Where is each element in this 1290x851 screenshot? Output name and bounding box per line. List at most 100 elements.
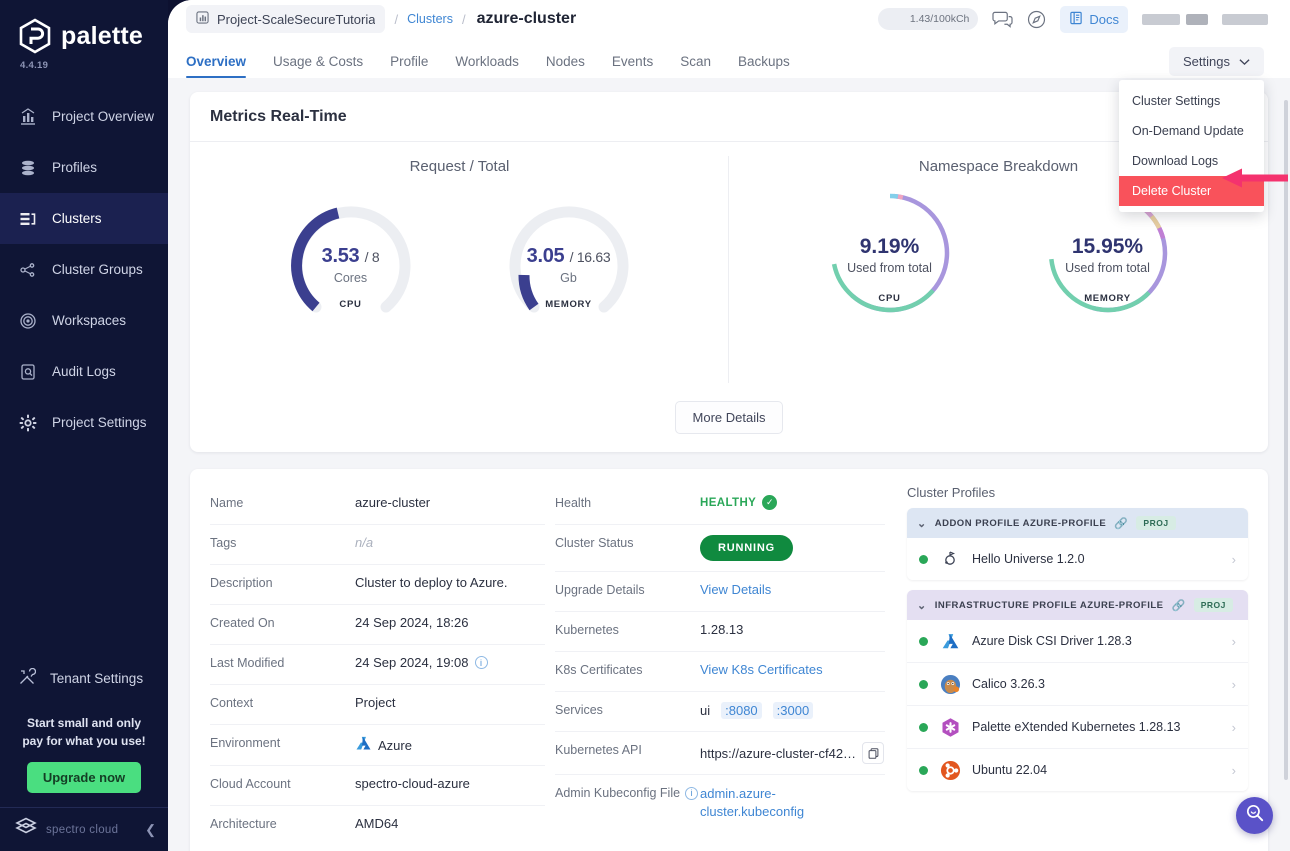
page-title: azure-cluster bbox=[476, 10, 577, 27]
menu-item-on-demand-update[interactable]: On-Demand Update bbox=[1119, 116, 1264, 146]
copy-icon[interactable] bbox=[862, 742, 885, 764]
detail-key-wrap: Admin Kubeconfig File i bbox=[555, 785, 700, 800]
detail-value: 24 Sep 2024, 18:26 bbox=[355, 615, 469, 630]
detail-row-architecture: Architecture AMD64 bbox=[210, 806, 545, 846]
sidebar-version: 4.4.19 bbox=[20, 60, 49, 71]
link-icon[interactable]: 🔗 bbox=[1171, 599, 1185, 612]
sidebar-item-profiles[interactable]: Profiles bbox=[0, 142, 168, 193]
sidebar-item-clusters[interactable]: Clusters bbox=[0, 193, 168, 244]
info-icon[interactable]: i bbox=[685, 786, 699, 800]
details-left-column: Name azure-cluster Tags n/a Description … bbox=[210, 485, 545, 851]
sidebar-item-project-settings[interactable]: Project Settings bbox=[0, 397, 168, 448]
tab-workloads[interactable]: Workloads bbox=[455, 54, 519, 78]
chat-icon[interactable] bbox=[992, 10, 1013, 29]
compass-icon[interactable] bbox=[1027, 10, 1046, 29]
workspaces-icon bbox=[18, 311, 38, 331]
kubeconfig-link[interactable]: admin.azure-cluster.kubeconfig bbox=[700, 785, 820, 821]
sidebar-item-cluster-groups[interactable]: Cluster Groups bbox=[0, 244, 168, 295]
detail-value: Project bbox=[355, 695, 396, 710]
sidebar-item-label: Audit Logs bbox=[52, 364, 116, 379]
metrics-header: Metrics Real-Time Incl bbox=[190, 92, 1268, 142]
tab-profile[interactable]: Profile bbox=[390, 54, 428, 78]
detail-value: n/a bbox=[355, 535, 374, 550]
detail-key: Name bbox=[210, 496, 244, 510]
metrics-card: Metrics Real-Time Incl Request / Total bbox=[190, 92, 1268, 452]
sidebar-item-label: Tenant Settings bbox=[50, 670, 144, 686]
settings-button[interactable]: Settings bbox=[1169, 47, 1264, 76]
service-port-link[interactable]: :8080 bbox=[721, 702, 762, 719]
breadcrumb-clusters-link[interactable]: Clusters bbox=[407, 12, 453, 26]
gauge-memory-center: 3.05 / 16.63 Gb bbox=[478, 245, 660, 285]
profile-group-header[interactable]: ⌄ ADDON PROFILE AZURE-PROFILE 🔗 PROJ bbox=[907, 508, 1248, 538]
sidebar-item-project-overview[interactable]: Project Overview bbox=[0, 91, 168, 142]
info-icon[interactable]: i bbox=[474, 656, 488, 669]
detail-key: Health bbox=[555, 496, 592, 510]
status-dot bbox=[919, 722, 928, 732]
profile-layer-row[interactable]: Calico 3.26.3 › bbox=[907, 663, 1248, 706]
detail-value-wrap: HEALTHY ✓ bbox=[700, 495, 778, 510]
tab-backups[interactable]: Backups bbox=[738, 54, 790, 78]
more-details-button[interactable]: More Details bbox=[674, 401, 784, 434]
sidebar-item-workspaces[interactable]: Workspaces bbox=[0, 295, 168, 346]
gauge-memory-max: / 16.63 bbox=[569, 249, 611, 265]
profile-group-header[interactable]: ⌄ INFRASTRUCTURE PROFILE AZURE-PROFILE 🔗… bbox=[907, 590, 1248, 620]
donut-memory-sub: Used from total bbox=[1065, 261, 1150, 275]
spectro-cloud-label: spectro cloud bbox=[46, 823, 119, 836]
spectro-cloud-logo-icon bbox=[14, 816, 38, 843]
detail-key: Last Modified bbox=[210, 656, 285, 670]
sidebar-item-label: Profiles bbox=[52, 160, 98, 175]
project-selector-chip[interactable]: Project-ScaleSecureTutoria bbox=[186, 5, 386, 33]
palette-logo[interactable]: palette bbox=[0, 0, 168, 54]
upgrade-now-button[interactable]: Upgrade now bbox=[26, 762, 142, 793]
usage-pill[interactable]: 1.43/100kCh bbox=[878, 8, 979, 30]
page-scrollbar[interactable] bbox=[1284, 100, 1288, 780]
detail-row-health: Health HEALTHY ✓ bbox=[555, 485, 885, 525]
detail-key: Upgrade Details bbox=[555, 583, 645, 597]
profile-layer-name: Azure Disk CSI Driver 1.28.3 bbox=[972, 634, 1132, 648]
donut-cpu-value: 9.19% bbox=[859, 235, 920, 258]
sidebar-item-label: Workspaces bbox=[52, 313, 127, 328]
donut-memory-value: 15.95% bbox=[1071, 235, 1144, 258]
tab-events[interactable]: Events bbox=[612, 54, 653, 78]
detail-key: Cloud Account bbox=[210, 777, 291, 791]
donut-cpu-center: 9.19% Used from total bbox=[799, 235, 981, 275]
profile-layer-row[interactable]: Azure Disk CSI Driver 1.28.3 › bbox=[907, 620, 1248, 663]
sidebar-item-tenant-settings[interactable]: Tenant Settings bbox=[0, 653, 168, 703]
sidebar-item-label: Project Overview bbox=[52, 109, 155, 124]
gauge-cpu-max: / 8 bbox=[364, 249, 380, 265]
menu-item-cluster-settings[interactable]: Cluster Settings bbox=[1119, 86, 1264, 116]
menu-item-download-logs[interactable]: Download Logs bbox=[1119, 146, 1264, 176]
chevron-left-icon[interactable]: ❮ bbox=[145, 822, 156, 838]
sidebar-item-audit-logs[interactable]: Audit Logs bbox=[0, 346, 168, 397]
chevron-right-icon: › bbox=[1231, 676, 1236, 692]
service-port-link[interactable]: :3000 bbox=[772, 702, 814, 719]
profile-layer-row[interactable]: Ubuntu 22.04 › bbox=[907, 749, 1248, 791]
details-mid-column: Health HEALTHY ✓ Cluster Status RUNNING bbox=[555, 485, 885, 851]
profile-layer-row[interactable]: Hello Universe 1.2.0 › bbox=[907, 538, 1248, 580]
main-shell: Project-ScaleSecureTutoria / Clusters / … bbox=[168, 0, 1290, 851]
link-icon[interactable]: 🔗 bbox=[1114, 517, 1128, 530]
gauge-cpu-label: CPU bbox=[339, 299, 362, 310]
detail-row-k8s-certificates: K8s Certificates View K8s Certificates bbox=[555, 652, 885, 692]
tab-scan[interactable]: Scan bbox=[680, 54, 711, 78]
search-help-icon bbox=[1245, 803, 1265, 828]
tab-usage-costs[interactable]: Usage & Costs bbox=[273, 54, 363, 78]
chevron-right-icon: › bbox=[1231, 633, 1236, 649]
view-k8s-certificates-link[interactable]: View K8s Certificates bbox=[700, 662, 823, 677]
detail-value-wrap: RUNNING bbox=[700, 535, 793, 561]
view-details-link[interactable]: View Details bbox=[700, 582, 771, 597]
gauge-memory-unit: Gb bbox=[560, 271, 577, 285]
menu-item-delete-cluster[interactable]: Delete Cluster bbox=[1119, 176, 1264, 206]
detail-row-created-on: Created On 24 Sep 2024, 18:26 bbox=[210, 605, 545, 645]
detail-value: 1.28.13 bbox=[700, 622, 744, 637]
stack-icon bbox=[18, 158, 38, 178]
profile-layer-row[interactable]: Palette eXtended Kubernetes 1.28.13 › bbox=[907, 706, 1248, 749]
tab-nodes[interactable]: Nodes bbox=[546, 54, 585, 78]
status-dot bbox=[919, 765, 928, 775]
docs-button[interactable]: Docs bbox=[1060, 5, 1128, 33]
tab-overview[interactable]: Overview bbox=[186, 54, 247, 78]
ubuntu-icon bbox=[939, 759, 961, 781]
detail-row-kubernetes-api: Kubernetes API https://azure-cluster-cf4… bbox=[555, 732, 885, 775]
help-search-fab[interactable] bbox=[1236, 797, 1273, 834]
status-badge[interactable]: RUNNING bbox=[700, 535, 793, 561]
